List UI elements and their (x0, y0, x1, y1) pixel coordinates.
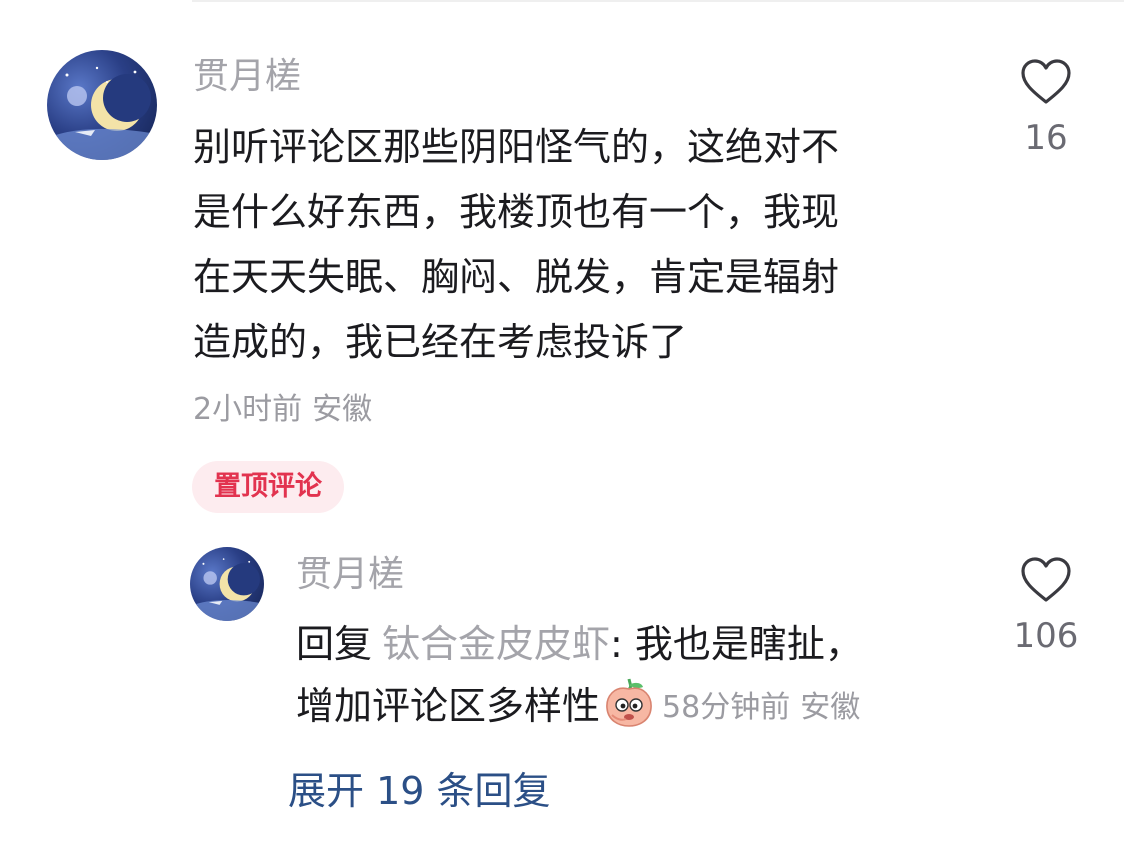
pinned-badge: 置顶评论 (192, 461, 344, 513)
comment-time: 2小时前 (193, 392, 303, 427)
expand-replies-link[interactable]: 展开 19 条回复 (288, 765, 551, 817)
reply-target-user[interactable]: 钛合金皮皮虾 (382, 622, 610, 666)
reply-meta: 58分钟前 安徽 (662, 690, 860, 725)
reply-like-count: 106 (1013, 616, 1079, 656)
reply-text-line: 增加评论区多样性 58分钟前 安徽 (296, 675, 976, 739)
comment-location: 安徽 (312, 392, 373, 427)
comment-text-line: 是什么好东西，我楼顶也有一个，我现 (193, 190, 840, 234)
avatar[interactable] (47, 50, 157, 160)
reply-text-part: 增加评论区多样性 (296, 684, 601, 728)
avatar-image (190, 558, 264, 621)
comment-author[interactable]: 贯月槎 (193, 55, 301, 99)
reply-author[interactable]: 贯月槎 (296, 553, 404, 597)
reply-location: 安徽 (800, 690, 861, 725)
comment-text[interactable]: 别听评论区那些阴阳怪气的，这绝对不 是什么好东西，我楼顶也有一个，我现 在天天失… (193, 115, 933, 375)
like-button[interactable]: 16 (1011, 58, 1081, 158)
reply-prefix: 回复 (296, 622, 373, 666)
like-count: 16 (1024, 118, 1068, 158)
comment-text-line: 造成的，我已经在考虑投诉了 (193, 320, 688, 364)
comment-text-line: 在天天失眠、胸闷、脱发，肯定是辐射 (193, 255, 840, 299)
comment-text-line: 别听评论区那些阴阳怪气的，这绝对不 (193, 125, 840, 169)
reply-text-part: : 我也是瞎扯， (610, 622, 863, 666)
heart-outline-icon (1021, 59, 1071, 104)
peach-face-emoji (602, 675, 656, 729)
reply-avatar[interactable] (190, 547, 264, 621)
avatar-image (47, 66, 157, 160)
top-divider (192, 0, 1124, 2)
comment-meta: 2小时前 安徽 (193, 388, 372, 432)
reply-like-button[interactable]: 106 (1011, 556, 1081, 656)
reply-text[interactable]: 回复 钛合金皮皮虾: 我也是瞎扯， 增加评论区多样性 58分钟前 安徽 (296, 613, 976, 739)
reply-time: 58分钟前 (662, 690, 791, 725)
reply-text-line: 回复 钛合金皮皮虾: 我也是瞎扯， (296, 613, 976, 675)
heart-outline-icon (1021, 557, 1071, 602)
